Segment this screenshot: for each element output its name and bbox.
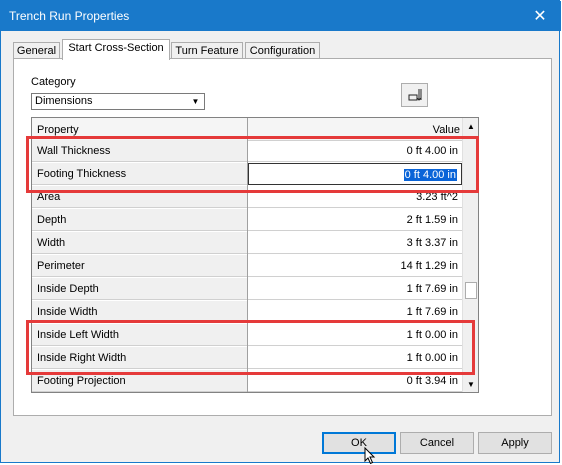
tab-turn-feature[interactable]: Turn Feature (171, 42, 243, 59)
row-value-cell[interactable]: 3.23 ft^2 (248, 186, 462, 208)
tab-general[interactable]: General (13, 42, 60, 59)
row-value: 3.23 ft^2 (416, 191, 458, 203)
mouse-pointer-icon (364, 447, 376, 465)
row-name-cell: Footing Projection (32, 370, 247, 392)
column-header-property[interactable]: Property (37, 124, 79, 136)
grid-row-inside-width[interactable]: Inside Width 1 ft 7.69 in (32, 301, 462, 324)
row-value-cell[interactable]: 0 ft 4.00 in (248, 140, 462, 162)
row-value: 1 ft 0.00 in (406, 352, 458, 364)
row-name-cell: Perimeter (32, 255, 247, 277)
row-name-cell: Wall Thickness (32, 140, 247, 162)
window-title: Trench Run Properties (9, 9, 130, 23)
property-grid: Property Value Wall Thickness 0 ft 4.00 … (31, 117, 479, 393)
row-value: 1 ft 0.00 in (406, 329, 458, 341)
row-name: Wall Thickness (37, 145, 111, 157)
row-name-cell: Depth (32, 209, 247, 231)
sort-button[interactable] (401, 83, 428, 107)
apply-button[interactable]: Apply (478, 432, 552, 454)
row-name: Inside Right Width (37, 352, 127, 364)
category-selected-value: Dimensions (35, 95, 93, 107)
row-name-cell: Inside Depth (32, 278, 247, 300)
row-name: Perimeter (37, 260, 85, 272)
category-label: Category (31, 76, 76, 88)
selected-value-text[interactable]: 0 ft 4.00 in (403, 169, 457, 181)
row-name: Width (37, 237, 66, 249)
grid-row-footing-projection[interactable]: Footing Projection 0 ft 3.94 in (32, 370, 462, 392)
row-value: 3 ft 3.37 in (406, 237, 458, 249)
grid-row-inside-right-width[interactable]: Inside Right Width 1 ft 0.00 in (32, 347, 462, 370)
row-value: 1 ft 7.69 in (406, 283, 458, 295)
ok-button[interactable]: OK (322, 432, 396, 454)
grid-scrollbar[interactable]: ▲ ▼ (462, 118, 478, 392)
row-name-cell: Width (32, 232, 247, 254)
category-select[interactable]: Dimensions ▼ (31, 93, 205, 110)
row-value: 0 ft 3.94 in (406, 375, 458, 387)
row-name-cell: Inside Left Width (32, 324, 247, 346)
grid-row-inside-depth[interactable]: Inside Depth 1 ft 7.69 in (32, 278, 462, 301)
cancel-button[interactable]: Cancel (400, 432, 474, 454)
grid-row-width[interactable]: Width 3 ft 3.37 in (32, 232, 462, 255)
scroll-up-icon[interactable]: ▲ (463, 118, 478, 134)
grid-row-footing-thickness[interactable]: Footing Thickness 0 ft 4.00 in (32, 163, 462, 186)
tab-configuration[interactable]: Configuration (245, 42, 320, 59)
row-name: Depth (37, 214, 67, 226)
row-name: Inside Left Width (37, 329, 119, 341)
close-icon[interactable]: ✕ (519, 1, 561, 31)
row-value-cell[interactable]: 1 ft 7.69 in (248, 301, 462, 323)
grid-row-depth[interactable]: Depth 2 ft 1.59 in (32, 209, 462, 232)
tab-panel: Category Dimensions ▼ Property Value Wal… (13, 58, 552, 416)
row-name-cell: Inside Right Width (32, 347, 247, 369)
row-name: Footing Thickness (37, 168, 127, 180)
row-value: 14 ft 1.29 in (400, 260, 459, 272)
row-value-cell[interactable]: 3 ft 3.37 in (248, 232, 462, 254)
scroll-thumb[interactable] (465, 282, 477, 299)
grid-row-inside-left-width[interactable]: Inside Left Width 1 ft 0.00 in (32, 324, 462, 347)
chevron-down-icon[interactable]: ▼ (188, 95, 203, 108)
row-name: Footing Projection (37, 375, 126, 387)
row-value-cell[interactable]: 2 ft 1.59 in (248, 209, 462, 231)
row-value-cell[interactable]: 1 ft 0.00 in (248, 324, 462, 346)
grid-row-perimeter[interactable]: Perimeter 14 ft 1.29 in (32, 255, 462, 278)
row-value-cell[interactable]: 1 ft 0.00 in (248, 347, 462, 369)
row-name-cell: Area (32, 186, 247, 208)
column-header-value[interactable]: Value (433, 124, 460, 136)
title-bar[interactable]: Trench Run Properties ✕ (1, 1, 561, 31)
tab-start-cross-section[interactable]: Start Cross-Section (62, 39, 170, 60)
row-name-cell: Footing Thickness (32, 163, 247, 185)
grid-row-area[interactable]: Area 3.23 ft^2 (32, 186, 462, 209)
sort-icon (408, 89, 421, 101)
value-edit-field[interactable]: 0 ft 4.00 in (248, 163, 462, 185)
row-value: 0 ft 4.00 in (406, 145, 458, 157)
grid-row-wall-thickness[interactable]: Wall Thickness 0 ft 4.00 in (32, 140, 462, 163)
row-value: 1 ft 7.69 in (406, 306, 458, 318)
row-name: Inside Width (37, 306, 98, 318)
row-value-cell[interactable]: 0 ft 3.94 in (248, 370, 462, 392)
row-name-cell: Inside Width (32, 301, 247, 323)
row-name: Inside Depth (37, 283, 99, 295)
row-value: 2 ft 1.59 in (406, 214, 458, 226)
properties-dialog: Trench Run Properties ✕ General Start Cr… (0, 0, 561, 465)
scroll-down-icon[interactable]: ▼ (463, 376, 478, 392)
row-value-cell[interactable]: 14 ft 1.29 in (248, 255, 462, 277)
row-name: Area (37, 191, 61, 203)
row-value-cell[interactable]: 1 ft 7.69 in (248, 278, 462, 300)
